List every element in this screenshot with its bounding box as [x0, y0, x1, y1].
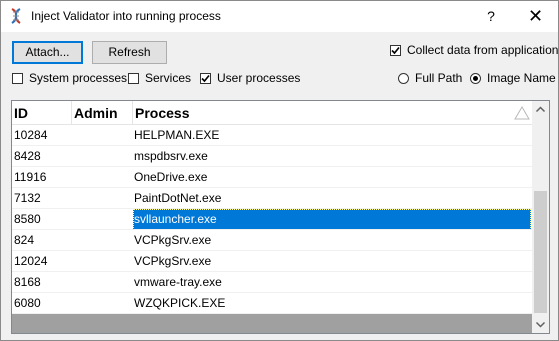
- chevron-down-icon: [535, 321, 546, 328]
- cell-id: 6080: [14, 296, 41, 310]
- table-row[interactable]: 6080 WZQKPICK.EXE: [12, 293, 532, 314]
- cell-admin: [72, 125, 130, 146]
- close-icon: ✕: [527, 6, 544, 26]
- attach-button[interactable]: Attach...: [12, 41, 83, 64]
- cell-id: 11916: [14, 170, 47, 184]
- system-processes-label: System processes: [29, 71, 128, 85]
- scroll-thumb[interactable]: [534, 191, 547, 313]
- inject-validator-dialog: Inject Validator into running process ? …: [0, 0, 559, 341]
- refresh-button[interactable]: Refresh: [92, 41, 167, 64]
- collect-data-label: Collect data from application: [407, 43, 559, 57]
- user-processes-check-box[interactable]: [200, 72, 211, 84]
- checkmark-icon: [391, 46, 400, 54]
- cell-process: OneDrive.exe: [134, 170, 208, 184]
- column-header-id[interactable]: ID: [12, 101, 71, 125]
- process-rows: 10284 HELPMAN.EXE 8428 mspdbsrv.exe 11916 One…: [12, 125, 532, 314]
- close-button[interactable]: ✕: [513, 1, 558, 32]
- cell-admin: [72, 230, 130, 251]
- window-title: Inject Validator into running process: [31, 9, 221, 23]
- column-header-process[interactable]: Process: [133, 101, 532, 125]
- services-checkbox[interactable]: Services: [128, 70, 191, 86]
- services-label: Services: [145, 71, 192, 85]
- table-row[interactable]: 8428 mspdbsrv.exe: [12, 146, 532, 167]
- cell-id: 8168: [14, 275, 41, 289]
- cell-id: 8428: [14, 149, 41, 163]
- dna-icon: [9, 8, 23, 24]
- image-name-label: Image Name: [487, 71, 556, 85]
- table-row[interactable]: 10284 HELPMAN.EXE: [12, 125, 532, 146]
- cell-id: 10284: [14, 128, 48, 142]
- vertical-scrollbar[interactable]: [532, 101, 549, 333]
- process-list[interactable]: ID Admin Process 10284 HELPMAN.EXE 8428 msp…: [11, 100, 550, 334]
- column-header-admin[interactable]: Admin: [72, 101, 132, 125]
- help-button[interactable]: ?: [474, 1, 508, 32]
- full-path-radio[interactable]: Full Path: [398, 70, 462, 86]
- scroll-down-button[interactable]: [532, 316, 549, 333]
- cell-admin: [72, 293, 130, 314]
- table-row[interactable]: 8580 svllauncher.exe: [12, 209, 532, 230]
- sort-triangle-icon: [514, 106, 530, 123]
- collect-data-check-box[interactable]: [390, 44, 401, 56]
- scroll-up-button[interactable]: [532, 101, 549, 118]
- user-processes-checkbox[interactable]: User processes: [200, 70, 300, 86]
- cell-id: 824: [14, 233, 35, 247]
- services-check-box[interactable]: [128, 72, 139, 84]
- cell-process: HELPMAN.EXE: [134, 128, 220, 142]
- cell-process: VCPkgSrv.exe: [134, 233, 212, 247]
- system-processes-check-box[interactable]: [12, 72, 23, 84]
- cell-admin: [72, 251, 130, 272]
- table-row[interactable]: 11916 OneDrive.exe: [12, 167, 532, 188]
- cell-process: vmware-tray.exe: [134, 275, 222, 289]
- checkmark-icon: [201, 74, 210, 82]
- collect-data-checkbox[interactable]: Collect data from application: [390, 42, 558, 58]
- table-row[interactable]: 12024 VCPkgSrv.exe: [12, 251, 532, 272]
- cell-id: 12024: [14, 254, 48, 268]
- cell-admin: [72, 209, 130, 230]
- table-row[interactable]: 7132 PaintDotNet.exe: [12, 188, 532, 209]
- image-name-radio[interactable]: Image Name: [470, 70, 556, 86]
- cell-admin: [72, 167, 130, 188]
- user-processes-label: User processes: [217, 71, 301, 85]
- cell-admin: [72, 146, 130, 167]
- full-path-radio-circle[interactable]: [398, 72, 409, 84]
- list-header: ID Admin Process: [12, 101, 532, 125]
- full-path-label: Full Path: [415, 71, 463, 85]
- cell-process: svllauncher.exe: [133, 209, 531, 230]
- cell-process: WZQKPICK.EXE: [134, 296, 226, 310]
- table-row[interactable]: 824 VCPkgSrv.exe: [12, 230, 532, 251]
- system-processes-checkbox[interactable]: System processes: [12, 70, 127, 86]
- cell-id: 7132: [14, 191, 41, 205]
- title-bar: Inject Validator into running process ? …: [1, 1, 558, 32]
- cell-admin: [72, 188, 130, 209]
- cell-process: VCPkgSrv.exe: [134, 254, 212, 268]
- chevron-up-icon: [535, 106, 546, 113]
- cell-admin: [72, 272, 130, 293]
- table-row[interactable]: 8168 vmware-tray.exe: [12, 272, 532, 293]
- image-name-radio-circle[interactable]: [470, 72, 481, 84]
- cell-process: PaintDotNet.exe: [134, 191, 222, 205]
- cell-process: mspdbsrv.exe: [134, 149, 208, 163]
- cell-id: 8580: [14, 212, 41, 226]
